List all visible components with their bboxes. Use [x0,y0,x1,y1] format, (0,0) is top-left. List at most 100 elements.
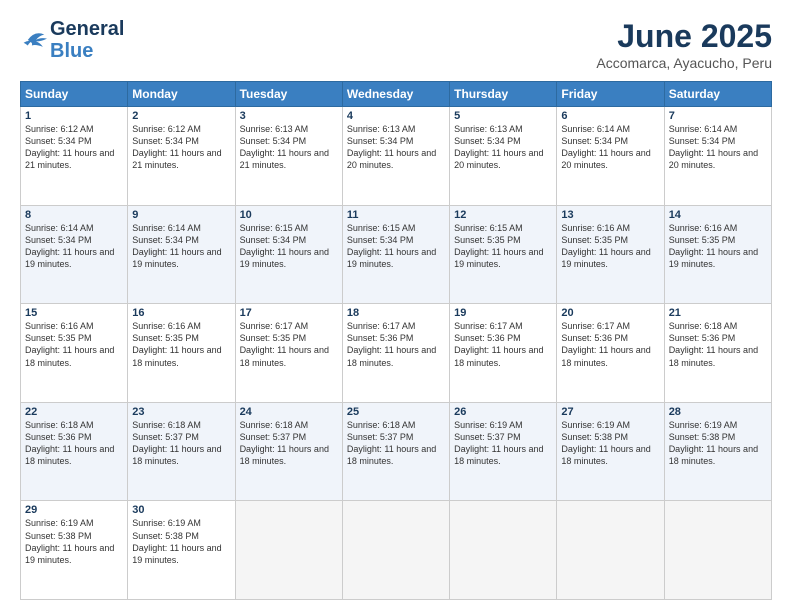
cell-info: Sunrise: 6:14 AM Sunset: 5:34 PM Dayligh… [25,222,123,271]
calendar-cell [450,501,557,600]
day-number: 22 [25,406,123,418]
day-number: 21 [669,307,767,319]
cell-info: Sunrise: 6:17 AM Sunset: 5:36 PM Dayligh… [454,320,552,369]
day-number: 3 [240,110,338,122]
day-number: 7 [669,110,767,122]
calendar-cell: 16Sunrise: 6:16 AM Sunset: 5:35 PM Dayli… [128,304,235,403]
cell-info: Sunrise: 6:16 AM Sunset: 5:35 PM Dayligh… [561,222,659,271]
cell-info: Sunrise: 6:13 AM Sunset: 5:34 PM Dayligh… [240,123,338,172]
calendar-page: General Blue June 2025 Accomarca, Ayacuc… [0,0,792,612]
calendar-cell: 8Sunrise: 6:14 AM Sunset: 5:34 PM Daylig… [21,205,128,304]
cell-info: Sunrise: 6:16 AM Sunset: 5:35 PM Dayligh… [25,320,123,369]
calendar-cell: 27Sunrise: 6:19 AM Sunset: 5:38 PM Dayli… [557,402,664,501]
weekday-header: Friday [557,82,664,107]
cell-info: Sunrise: 6:18 AM Sunset: 5:37 PM Dayligh… [347,419,445,468]
calendar-cell: 25Sunrise: 6:18 AM Sunset: 5:37 PM Dayli… [342,402,449,501]
calendar-cell [664,501,771,600]
calendar-cell [342,501,449,600]
cell-info: Sunrise: 6:19 AM Sunset: 5:38 PM Dayligh… [25,517,123,566]
cell-info: Sunrise: 6:17 AM Sunset: 5:35 PM Dayligh… [240,320,338,369]
day-number: 8 [25,209,123,221]
day-number: 23 [132,406,230,418]
cell-info: Sunrise: 6:17 AM Sunset: 5:36 PM Dayligh… [561,320,659,369]
calendar-cell: 20Sunrise: 6:17 AM Sunset: 5:36 PM Dayli… [557,304,664,403]
weekday-header: Monday [128,82,235,107]
calendar-week-row: 29Sunrise: 6:19 AM Sunset: 5:38 PM Dayli… [21,501,772,600]
day-number: 30 [132,504,230,516]
logo-blue-text: Blue [50,40,124,62]
calendar-cell: 18Sunrise: 6:17 AM Sunset: 5:36 PM Dayli… [342,304,449,403]
cell-info: Sunrise: 6:18 AM Sunset: 5:37 PM Dayligh… [132,419,230,468]
cell-info: Sunrise: 6:19 AM Sunset: 5:38 PM Dayligh… [561,419,659,468]
header: General Blue June 2025 Accomarca, Ayacuc… [20,18,772,71]
calendar-cell: 17Sunrise: 6:17 AM Sunset: 5:35 PM Dayli… [235,304,342,403]
day-number: 26 [454,406,552,418]
calendar-cell: 6Sunrise: 6:14 AM Sunset: 5:34 PM Daylig… [557,107,664,206]
cell-info: Sunrise: 6:12 AM Sunset: 5:34 PM Dayligh… [25,123,123,172]
day-number: 4 [347,110,445,122]
weekday-header: Saturday [664,82,771,107]
calendar-week-row: 8Sunrise: 6:14 AM Sunset: 5:34 PM Daylig… [21,205,772,304]
calendar-cell: 15Sunrise: 6:16 AM Sunset: 5:35 PM Dayli… [21,304,128,403]
cell-info: Sunrise: 6:15 AM Sunset: 5:34 PM Dayligh… [240,222,338,271]
cell-info: Sunrise: 6:14 AM Sunset: 5:34 PM Dayligh… [132,222,230,271]
title-block: June 2025 Accomarca, Ayacucho, Peru [596,18,772,71]
day-number: 29 [25,504,123,516]
day-number: 20 [561,307,659,319]
calendar-cell: 7Sunrise: 6:14 AM Sunset: 5:34 PM Daylig… [664,107,771,206]
day-number: 25 [347,406,445,418]
cell-info: Sunrise: 6:15 AM Sunset: 5:34 PM Dayligh… [347,222,445,271]
cell-info: Sunrise: 6:19 AM Sunset: 5:38 PM Dayligh… [669,419,767,468]
calendar-cell: 5Sunrise: 6:13 AM Sunset: 5:34 PM Daylig… [450,107,557,206]
day-number: 19 [454,307,552,319]
calendar-cell [557,501,664,600]
cell-info: Sunrise: 6:17 AM Sunset: 5:36 PM Dayligh… [347,320,445,369]
cell-info: Sunrise: 6:14 AM Sunset: 5:34 PM Dayligh… [561,123,659,172]
day-number: 1 [25,110,123,122]
day-number: 6 [561,110,659,122]
day-number: 27 [561,406,659,418]
day-number: 11 [347,209,445,221]
cell-info: Sunrise: 6:12 AM Sunset: 5:34 PM Dayligh… [132,123,230,172]
calendar-cell: 26Sunrise: 6:19 AM Sunset: 5:37 PM Dayli… [450,402,557,501]
calendar-cell: 28Sunrise: 6:19 AM Sunset: 5:38 PM Dayli… [664,402,771,501]
day-number: 18 [347,307,445,319]
day-number: 5 [454,110,552,122]
day-number: 13 [561,209,659,221]
calendar-cell: 24Sunrise: 6:18 AM Sunset: 5:37 PM Dayli… [235,402,342,501]
weekday-header: Sunday [21,82,128,107]
logo-icon [22,29,50,51]
cell-info: Sunrise: 6:13 AM Sunset: 5:34 PM Dayligh… [347,123,445,172]
day-number: 24 [240,406,338,418]
weekday-header: Thursday [450,82,557,107]
day-number: 15 [25,307,123,319]
cell-info: Sunrise: 6:18 AM Sunset: 5:37 PM Dayligh… [240,419,338,468]
calendar-cell: 9Sunrise: 6:14 AM Sunset: 5:34 PM Daylig… [128,205,235,304]
calendar-cell: 11Sunrise: 6:15 AM Sunset: 5:34 PM Dayli… [342,205,449,304]
calendar-cell: 10Sunrise: 6:15 AM Sunset: 5:34 PM Dayli… [235,205,342,304]
weekday-header: Tuesday [235,82,342,107]
month-title: June 2025 [596,18,772,55]
location-title: Accomarca, Ayacucho, Peru [596,55,772,71]
logo-general-text: General [50,18,124,40]
calendar-table: SundayMondayTuesdayWednesdayThursdayFrid… [20,81,772,600]
calendar-cell: 14Sunrise: 6:16 AM Sunset: 5:35 PM Dayli… [664,205,771,304]
calendar-week-row: 1Sunrise: 6:12 AM Sunset: 5:34 PM Daylig… [21,107,772,206]
day-number: 17 [240,307,338,319]
cell-info: Sunrise: 6:19 AM Sunset: 5:38 PM Dayligh… [132,517,230,566]
calendar-cell: 23Sunrise: 6:18 AM Sunset: 5:37 PM Dayli… [128,402,235,501]
day-number: 12 [454,209,552,221]
calendar-header-row: SundayMondayTuesdayWednesdayThursdayFrid… [21,82,772,107]
day-number: 9 [132,209,230,221]
calendar-cell: 3Sunrise: 6:13 AM Sunset: 5:34 PM Daylig… [235,107,342,206]
day-number: 2 [132,110,230,122]
calendar-cell: 21Sunrise: 6:18 AM Sunset: 5:36 PM Dayli… [664,304,771,403]
cell-info: Sunrise: 6:16 AM Sunset: 5:35 PM Dayligh… [132,320,230,369]
calendar-cell: 30Sunrise: 6:19 AM Sunset: 5:38 PM Dayli… [128,501,235,600]
weekday-header: Wednesday [342,82,449,107]
calendar-week-row: 15Sunrise: 6:16 AM Sunset: 5:35 PM Dayli… [21,304,772,403]
day-number: 10 [240,209,338,221]
cell-info: Sunrise: 6:19 AM Sunset: 5:37 PM Dayligh… [454,419,552,468]
calendar-cell: 12Sunrise: 6:15 AM Sunset: 5:35 PM Dayli… [450,205,557,304]
calendar-cell: 4Sunrise: 6:13 AM Sunset: 5:34 PM Daylig… [342,107,449,206]
